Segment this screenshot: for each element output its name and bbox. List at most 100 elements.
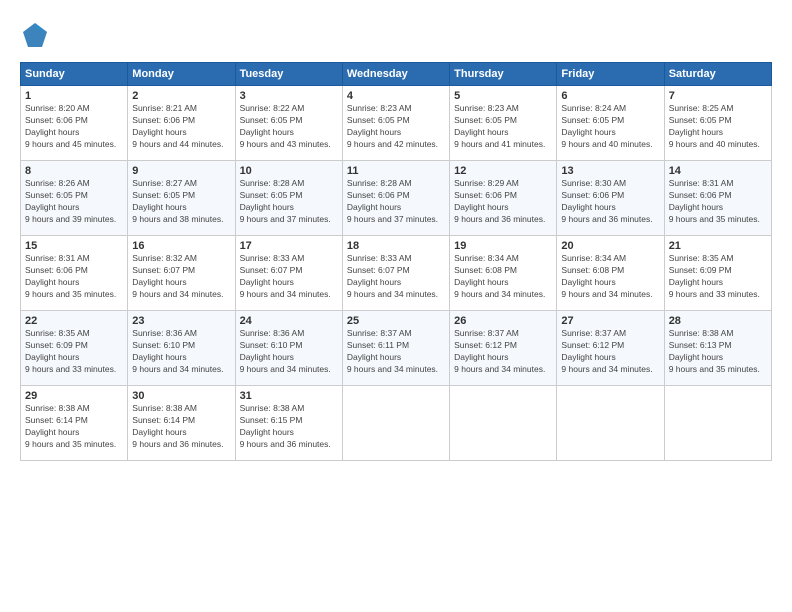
- calendar-cell: 30 Sunrise: 8:38 AM Sunset: 6:14 PM Dayl…: [128, 386, 235, 461]
- calendar-cell: 31 Sunrise: 8:38 AM Sunset: 6:15 PM Dayl…: [235, 386, 342, 461]
- day-info: Sunrise: 8:33 AM Sunset: 6:07 PM Dayligh…: [240, 253, 338, 301]
- calendar-cell: 28 Sunrise: 8:38 AM Sunset: 6:13 PM Dayl…: [664, 311, 771, 386]
- calendar-cell: 8 Sunrise: 8:26 AM Sunset: 6:05 PM Dayli…: [21, 161, 128, 236]
- day-number: 2: [132, 90, 230, 102]
- calendar-cell: 15 Sunrise: 8:31 AM Sunset: 6:06 PM Dayl…: [21, 236, 128, 311]
- calendar-cell: 18 Sunrise: 8:33 AM Sunset: 6:07 PM Dayl…: [342, 236, 449, 311]
- day-number: 25: [347, 315, 445, 327]
- header: [20, 20, 772, 50]
- day-info: Sunrise: 8:36 AM Sunset: 6:10 PM Dayligh…: [132, 328, 230, 376]
- calendar-week-row: 8 Sunrise: 8:26 AM Sunset: 6:05 PM Dayli…: [21, 161, 772, 236]
- calendar-cell: 14 Sunrise: 8:31 AM Sunset: 6:06 PM Dayl…: [664, 161, 771, 236]
- day-number: 8: [25, 165, 123, 177]
- calendar-cell: 1 Sunrise: 8:20 AM Sunset: 6:06 PM Dayli…: [21, 86, 128, 161]
- weekday-header: Saturday: [664, 63, 771, 86]
- day-info: Sunrise: 8:20 AM Sunset: 6:06 PM Dayligh…: [25, 103, 123, 151]
- day-info: Sunrise: 8:25 AM Sunset: 6:05 PM Dayligh…: [669, 103, 767, 151]
- day-info: Sunrise: 8:35 AM Sunset: 6:09 PM Dayligh…: [25, 328, 123, 376]
- day-number: 3: [240, 90, 338, 102]
- day-number: 15: [25, 240, 123, 252]
- day-number: 11: [347, 165, 445, 177]
- day-info: Sunrise: 8:26 AM Sunset: 6:05 PM Dayligh…: [25, 178, 123, 226]
- calendar-cell: 17 Sunrise: 8:33 AM Sunset: 6:07 PM Dayl…: [235, 236, 342, 311]
- day-info: Sunrise: 8:23 AM Sunset: 6:05 PM Dayligh…: [454, 103, 552, 151]
- day-info: Sunrise: 8:30 AM Sunset: 6:06 PM Dayligh…: [561, 178, 659, 226]
- day-info: Sunrise: 8:21 AM Sunset: 6:06 PM Dayligh…: [132, 103, 230, 151]
- calendar-cell: 13 Sunrise: 8:30 AM Sunset: 6:06 PM Dayl…: [557, 161, 664, 236]
- weekday-row: SundayMondayTuesdayWednesdayThursdayFrid…: [21, 63, 772, 86]
- day-info: Sunrise: 8:35 AM Sunset: 6:09 PM Dayligh…: [669, 253, 767, 301]
- calendar-cell: [450, 386, 557, 461]
- day-info: Sunrise: 8:33 AM Sunset: 6:07 PM Dayligh…: [347, 253, 445, 301]
- calendar-cell: 26 Sunrise: 8:37 AM Sunset: 6:12 PM Dayl…: [450, 311, 557, 386]
- day-number: 13: [561, 165, 659, 177]
- calendar-week-row: 1 Sunrise: 8:20 AM Sunset: 6:06 PM Dayli…: [21, 86, 772, 161]
- day-number: 24: [240, 315, 338, 327]
- day-number: 22: [25, 315, 123, 327]
- weekday-header: Sunday: [21, 63, 128, 86]
- day-number: 27: [561, 315, 659, 327]
- calendar-cell: 6 Sunrise: 8:24 AM Sunset: 6:05 PM Dayli…: [557, 86, 664, 161]
- day-number: 26: [454, 315, 552, 327]
- day-number: 14: [669, 165, 767, 177]
- calendar-week-row: 29 Sunrise: 8:38 AM Sunset: 6:14 PM Dayl…: [21, 386, 772, 461]
- day-info: Sunrise: 8:37 AM Sunset: 6:12 PM Dayligh…: [454, 328, 552, 376]
- calendar-cell: 27 Sunrise: 8:37 AM Sunset: 6:12 PM Dayl…: [557, 311, 664, 386]
- day-number: 28: [669, 315, 767, 327]
- calendar-cell: 9 Sunrise: 8:27 AM Sunset: 6:05 PM Dayli…: [128, 161, 235, 236]
- day-info: Sunrise: 8:27 AM Sunset: 6:05 PM Dayligh…: [132, 178, 230, 226]
- calendar-cell: 10 Sunrise: 8:28 AM Sunset: 6:05 PM Dayl…: [235, 161, 342, 236]
- calendar-cell: 20 Sunrise: 8:34 AM Sunset: 6:08 PM Dayl…: [557, 236, 664, 311]
- calendar-cell: 19 Sunrise: 8:34 AM Sunset: 6:08 PM Dayl…: [450, 236, 557, 311]
- weekday-header: Wednesday: [342, 63, 449, 86]
- calendar-cell: [342, 386, 449, 461]
- calendar-cell: 3 Sunrise: 8:22 AM Sunset: 6:05 PM Dayli…: [235, 86, 342, 161]
- calendar-header: SundayMondayTuesdayWednesdayThursdayFrid…: [21, 63, 772, 86]
- calendar-cell: 5 Sunrise: 8:23 AM Sunset: 6:05 PM Dayli…: [450, 86, 557, 161]
- logo: [20, 20, 54, 50]
- day-info: Sunrise: 8:29 AM Sunset: 6:06 PM Dayligh…: [454, 178, 552, 226]
- day-info: Sunrise: 8:31 AM Sunset: 6:06 PM Dayligh…: [25, 253, 123, 301]
- day-info: Sunrise: 8:23 AM Sunset: 6:05 PM Dayligh…: [347, 103, 445, 151]
- calendar-table: SundayMondayTuesdayWednesdayThursdayFrid…: [20, 62, 772, 461]
- calendar-cell: 22 Sunrise: 8:35 AM Sunset: 6:09 PM Dayl…: [21, 311, 128, 386]
- weekday-header: Monday: [128, 63, 235, 86]
- calendar-cell: 2 Sunrise: 8:21 AM Sunset: 6:06 PM Dayli…: [128, 86, 235, 161]
- weekday-header: Tuesday: [235, 63, 342, 86]
- day-number: 19: [454, 240, 552, 252]
- calendar-cell: 24 Sunrise: 8:36 AM Sunset: 6:10 PM Dayl…: [235, 311, 342, 386]
- calendar-cell: 21 Sunrise: 8:35 AM Sunset: 6:09 PM Dayl…: [664, 236, 771, 311]
- day-info: Sunrise: 8:34 AM Sunset: 6:08 PM Dayligh…: [561, 253, 659, 301]
- day-info: Sunrise: 8:24 AM Sunset: 6:05 PM Dayligh…: [561, 103, 659, 151]
- day-number: 23: [132, 315, 230, 327]
- calendar-cell: 25 Sunrise: 8:37 AM Sunset: 6:11 PM Dayl…: [342, 311, 449, 386]
- day-number: 9: [132, 165, 230, 177]
- day-number: 20: [561, 240, 659, 252]
- calendar-week-row: 22 Sunrise: 8:35 AM Sunset: 6:09 PM Dayl…: [21, 311, 772, 386]
- calendar-week-row: 15 Sunrise: 8:31 AM Sunset: 6:06 PM Dayl…: [21, 236, 772, 311]
- calendar-cell: 16 Sunrise: 8:32 AM Sunset: 6:07 PM Dayl…: [128, 236, 235, 311]
- day-number: 1: [25, 90, 123, 102]
- day-number: 5: [454, 90, 552, 102]
- day-info: Sunrise: 8:38 AM Sunset: 6:14 PM Dayligh…: [132, 403, 230, 451]
- day-number: 31: [240, 390, 338, 402]
- day-number: 10: [240, 165, 338, 177]
- weekday-header: Friday: [557, 63, 664, 86]
- day-info: Sunrise: 8:32 AM Sunset: 6:07 PM Dayligh…: [132, 253, 230, 301]
- calendar-cell: [557, 386, 664, 461]
- day-info: Sunrise: 8:38 AM Sunset: 6:14 PM Dayligh…: [25, 403, 123, 451]
- day-number: 6: [561, 90, 659, 102]
- day-number: 30: [132, 390, 230, 402]
- day-info: Sunrise: 8:34 AM Sunset: 6:08 PM Dayligh…: [454, 253, 552, 301]
- day-number: 12: [454, 165, 552, 177]
- day-number: 7: [669, 90, 767, 102]
- calendar-cell: 29 Sunrise: 8:38 AM Sunset: 6:14 PM Dayl…: [21, 386, 128, 461]
- day-info: Sunrise: 8:38 AM Sunset: 6:13 PM Dayligh…: [669, 328, 767, 376]
- calendar-cell: [664, 386, 771, 461]
- day-info: Sunrise: 8:28 AM Sunset: 6:06 PM Dayligh…: [347, 178, 445, 226]
- weekday-header: Thursday: [450, 63, 557, 86]
- day-number: 21: [669, 240, 767, 252]
- calendar-cell: 23 Sunrise: 8:36 AM Sunset: 6:10 PM Dayl…: [128, 311, 235, 386]
- calendar-body: 1 Sunrise: 8:20 AM Sunset: 6:06 PM Dayli…: [21, 86, 772, 461]
- calendar-cell: 12 Sunrise: 8:29 AM Sunset: 6:06 PM Dayl…: [450, 161, 557, 236]
